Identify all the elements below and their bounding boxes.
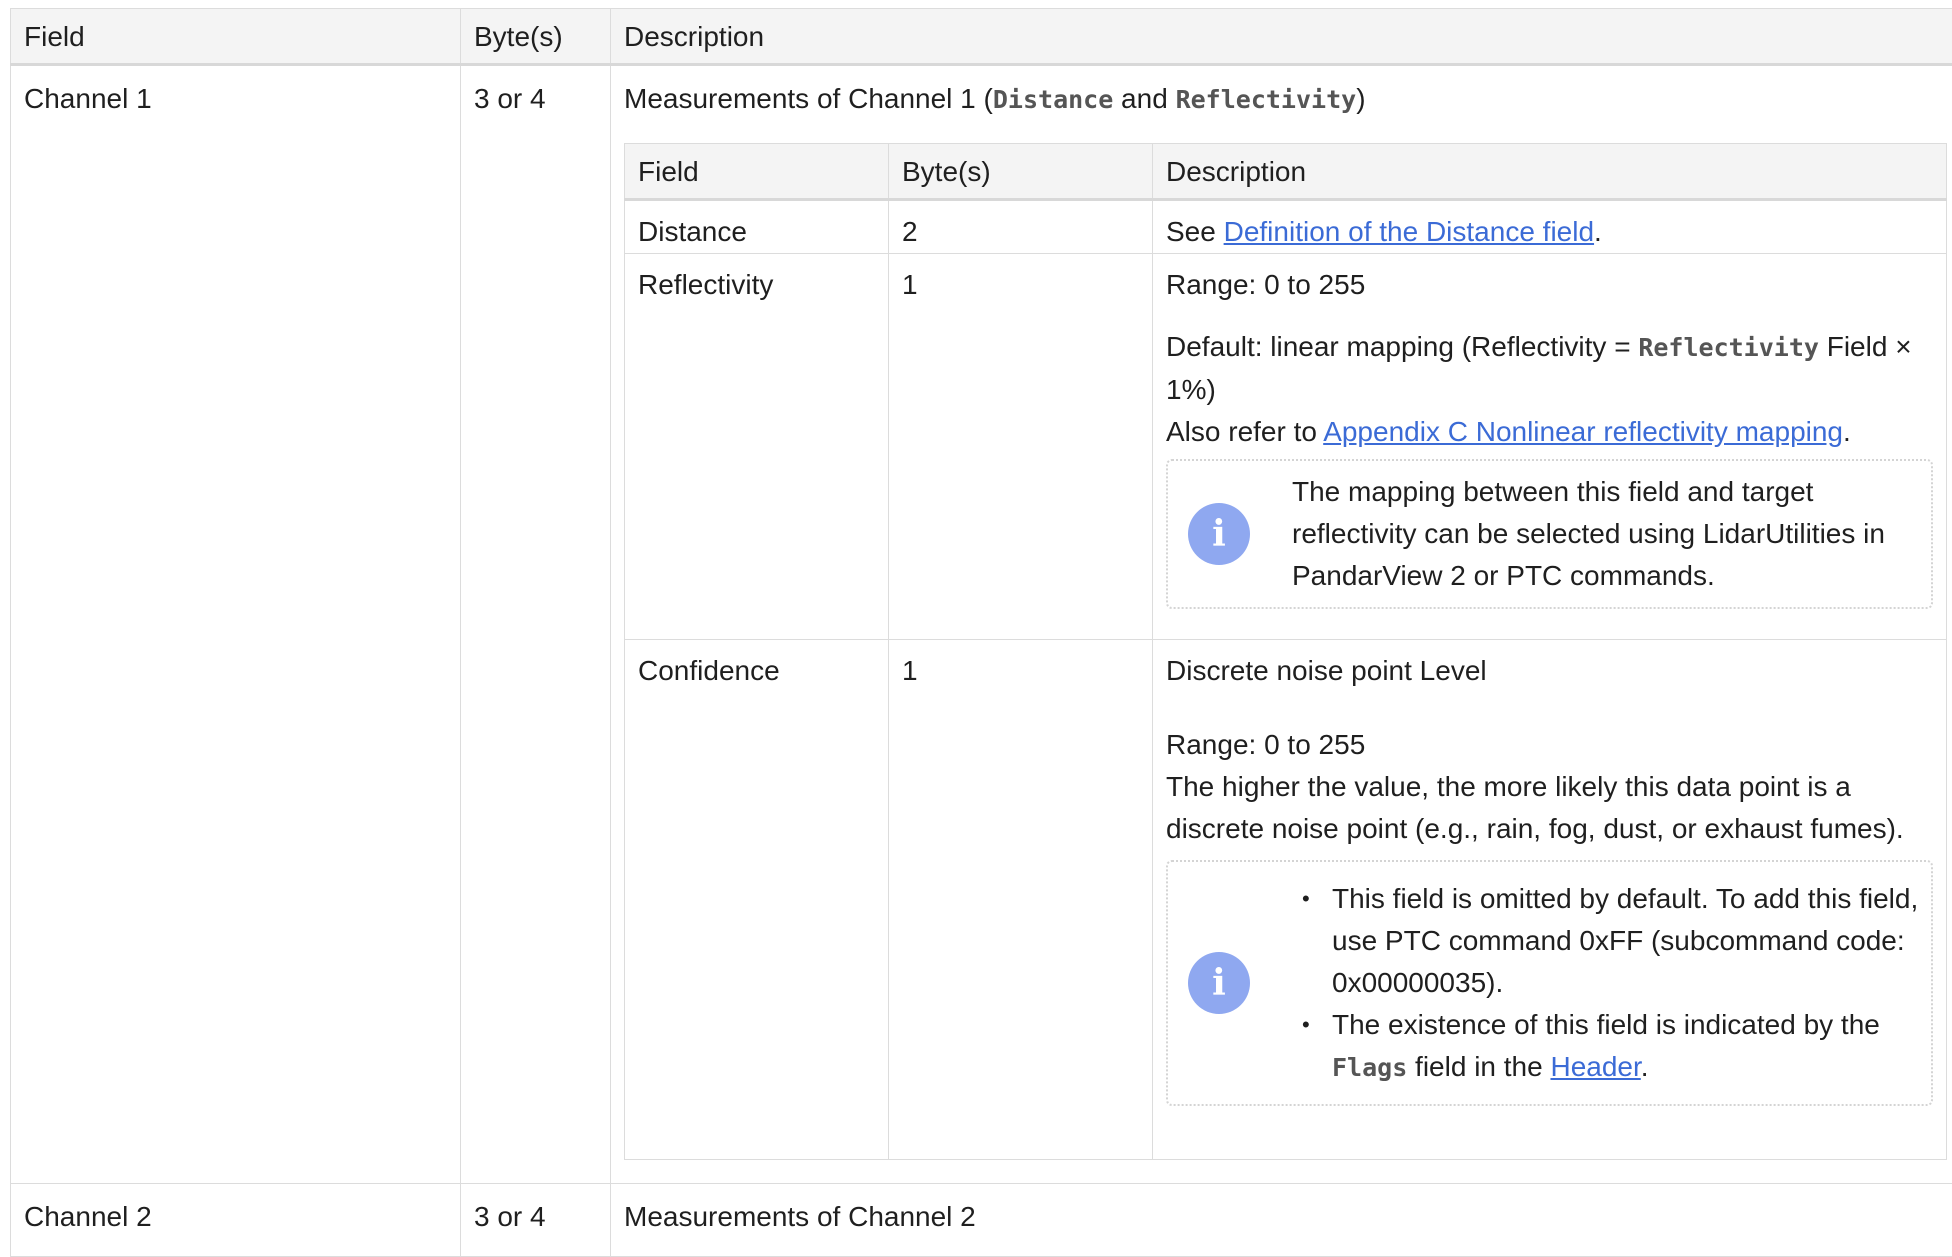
header-bytes: Byte(s) [461, 9, 611, 65]
confidence-bytes: 1 [889, 640, 1153, 1160]
table-row: Distance 2 See Definition of the Distanc… [625, 200, 1947, 254]
subheader-bytes: Byte(s) [889, 144, 1153, 200]
info-note-text: The mapping between this field and targe… [1292, 471, 1912, 597]
info-note: i The mapping between this field and tar… [1166, 459, 1933, 609]
reflectivity-field: Reflectivity [625, 254, 889, 640]
code-reflectivity-field: Reflectivity [1638, 333, 1819, 362]
reflectivity-description: Range: 0 to 255 Default: linear mapping … [1153, 254, 1947, 640]
channel1-description-text: Measurements of Channel 1 (Distance and … [624, 78, 1941, 121]
reflectivity-default: Default: linear mapping (Reflectivity = … [1166, 326, 1933, 411]
header-description: Description [611, 9, 1952, 65]
reflectivity-refer: Also refer to Appendix C Nonlinear refle… [1166, 411, 1933, 453]
subtable-header-row: Field Byte(s) Description [625, 144, 1947, 200]
list-item: The existence of this field is indicated… [1332, 1004, 1923, 1089]
table-header-row: Field Byte(s) Description [11, 9, 1952, 65]
info-note-list: This field is omitted by default. To add… [1292, 878, 1923, 1089]
code-flags: Flags [1332, 1053, 1407, 1082]
table-row: Channel 1 3 or 4 Measurements of Channel… [11, 65, 1952, 1184]
channel1-description: Measurements of Channel 1 (Distance and … [611, 65, 1952, 1184]
channel2-bytes: 3 or 4 [461, 1184, 611, 1257]
confidence-description: Discrete noise point Level Range: 0 to 2… [1153, 640, 1947, 1160]
table-row: Channel 2 3 or 4 Measurements of Channel… [11, 1184, 1952, 1257]
header-field: Field [11, 9, 461, 65]
subheader-field: Field [625, 144, 889, 200]
channel1-bytes: 3 or 4 [461, 65, 611, 1184]
channel2-field: Channel 2 [11, 1184, 461, 1257]
table-row: Reflectivity 1 Range: 0 to 255 Default: … [625, 254, 1947, 640]
confidence-field: Confidence [625, 640, 889, 1160]
subheader-description: Description [1153, 144, 1947, 200]
channel1-field: Channel 1 [11, 65, 461, 1184]
reflectivity-bytes: 1 [889, 254, 1153, 640]
info-icon: i [1188, 503, 1250, 565]
info-note: i This field is omitted by default. To a… [1166, 860, 1933, 1106]
code-distance: Distance [993, 85, 1113, 114]
reflectivity-range: Range: 0 to 255 [1166, 264, 1933, 306]
channel-subfield-table: Field Byte(s) Description Distance 2 See… [624, 143, 1947, 1160]
header-link[interactable]: Header [1550, 1051, 1640, 1082]
confidence-range: Range: 0 to 255 [1166, 724, 1933, 766]
confidence-level-text: Discrete noise point Level [1166, 650, 1933, 692]
distance-definition-link[interactable]: Definition of the Distance field [1224, 216, 1594, 247]
field-table: Field Byte(s) Description Channel 1 3 or… [10, 8, 1952, 1257]
appendix-c-link[interactable]: Appendix C Nonlinear reflectivity mappin… [1323, 416, 1843, 447]
distance-description: See Definition of the Distance field. [1153, 200, 1947, 254]
distance-bytes: 2 [889, 200, 1153, 254]
confidence-explanation: The higher the value, the more likely th… [1166, 766, 1933, 850]
channel2-description: Measurements of Channel 2 [611, 1184, 1952, 1257]
info-icon: i [1188, 952, 1250, 1014]
distance-field: Distance [625, 200, 889, 254]
table-row: Confidence 1 Discrete noise point Level … [625, 640, 1947, 1160]
code-reflectivity: Reflectivity [1176, 85, 1357, 114]
list-item: This field is omitted by default. To add… [1332, 878, 1923, 1004]
